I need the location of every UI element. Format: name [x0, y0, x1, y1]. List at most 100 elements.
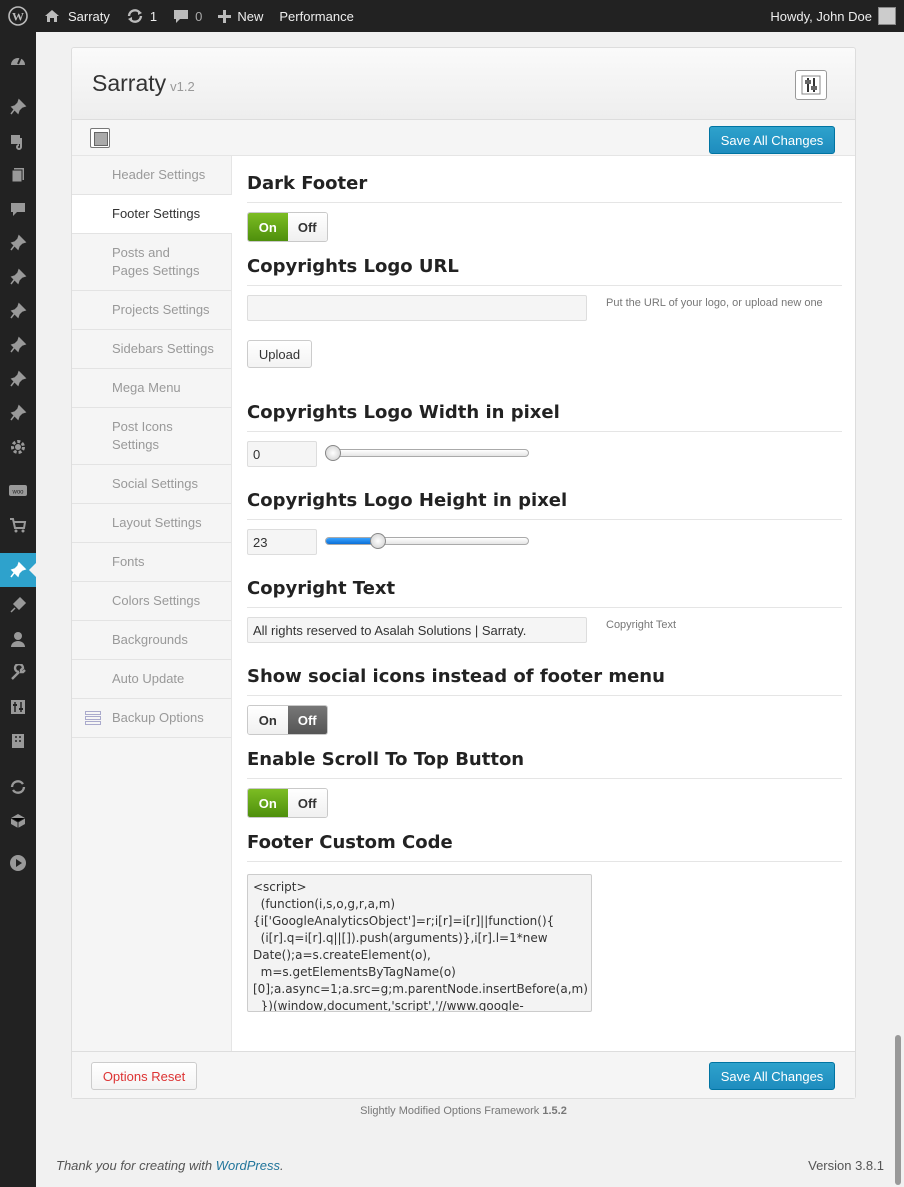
copyright-text-input[interactable]	[247, 617, 587, 643]
thanks-suffix: .	[280, 1158, 284, 1173]
dark-footer-toggle[interactable]: On Off	[247, 212, 328, 242]
options-reset-button[interactable]: Options Reset	[91, 1062, 197, 1090]
logo-height-slider[interactable]	[325, 537, 529, 545]
comment-icon	[174, 9, 189, 23]
tab-backup-options-label: Backup Options	[112, 710, 204, 725]
settings-sliders-icon[interactable]	[0, 690, 36, 724]
custom-pin-icon-1[interactable]	[0, 226, 36, 260]
appearance-brush-icon[interactable]	[0, 553, 36, 587]
upload-button[interactable]: Upload	[247, 340, 312, 368]
dashboard-icon[interactable]	[0, 44, 36, 78]
comments-menu-icon[interactable]	[0, 192, 36, 226]
gear-icon[interactable]	[0, 430, 36, 464]
new-content-link[interactable]: New	[210, 0, 271, 32]
scroll-top-on-option[interactable]: On	[248, 789, 288, 817]
tab-layout-settings[interactable]: Layout Settings	[72, 504, 231, 543]
posts-pin-icon[interactable]	[0, 90, 36, 124]
theme-name: Sarraty	[92, 70, 167, 96]
tab-projects-settings[interactable]: Projects Settings	[72, 291, 231, 330]
greeting: Howdy, John Doe	[770, 8, 872, 24]
comments-link[interactable]: 0	[165, 0, 210, 32]
framework-text: Slightly Modified Options Framework	[360, 1105, 540, 1117]
custom-pin-icon-5[interactable]	[0, 362, 36, 396]
panel-header: Sarraty v1.2	[72, 48, 855, 120]
panel-toolbar: Save All Changes	[72, 120, 855, 156]
social-icons-toggle[interactable]: On Off	[247, 705, 328, 735]
page-scrollbar[interactable]	[895, 1035, 901, 1185]
logo-width-title: Copyrights Logo Width in pixel	[247, 402, 842, 432]
logo-height-input[interactable]	[247, 529, 317, 555]
custom-code-textarea[interactable]: <script> (function(i,s,o,g,r,a,m){i['Goo…	[247, 874, 592, 1012]
tab-colors-settings[interactable]: Colors Settings	[72, 582, 231, 621]
site-name-link[interactable]: Sarraty	[36, 0, 118, 32]
panel-title: Sarraty v1.2	[92, 70, 195, 97]
logo-width-slider-handle[interactable]	[325, 445, 341, 461]
dark-footer-off-option[interactable]: Off	[287, 213, 327, 241]
footer-thanks: Thank you for creating with WordPress.	[56, 1158, 284, 1173]
tab-mega-menu[interactable]: Mega Menu	[72, 369, 231, 408]
account-menu[interactable]: Howdy, John Doe	[770, 7, 904, 25]
scroll-top-off-option[interactable]: Off	[287, 789, 327, 817]
copyright-text-explain: Copyright Text	[606, 619, 677, 631]
social-icons-on-option[interactable]: On	[248, 706, 288, 734]
settings-tabs: Header Settings Footer Settings Posts an…	[72, 156, 232, 1053]
logo-width-slider[interactable]	[325, 449, 529, 457]
save-all-changes-button-bottom[interactable]: Save All Changes	[709, 1062, 835, 1090]
thanks-prefix: Thank you for creating with	[56, 1158, 213, 1173]
tab-backup-options[interactable]: Backup Options	[72, 699, 231, 738]
play-icon[interactable]	[0, 846, 36, 880]
wordpress-link[interactable]: WordPress	[216, 1158, 280, 1173]
save-all-changes-button-top[interactable]: Save All Changes	[709, 126, 835, 154]
wp-version: Version 3.8.1	[808, 1158, 884, 1173]
media-icon[interactable]	[0, 124, 36, 158]
social-icons-off-option[interactable]: Off	[287, 706, 327, 734]
logo-width-input[interactable]	[247, 441, 317, 467]
tab-footer-settings[interactable]: Footer Settings	[72, 195, 232, 234]
woocommerce-icon[interactable]: woo	[0, 474, 36, 508]
performance-link[interactable]: Performance	[271, 0, 361, 32]
avatar	[878, 7, 896, 25]
plus-icon	[218, 9, 232, 23]
tab-sidebars-settings[interactable]: Sidebars Settings	[72, 330, 231, 369]
tab-header-settings[interactable]: Header Settings	[72, 156, 231, 195]
admin-menu: woo	[0, 32, 36, 1187]
logo-url-input[interactable]	[247, 295, 587, 321]
site-name: Sarraty	[68, 8, 110, 24]
svg-text:woo: woo	[11, 490, 24, 496]
performance-label: Performance	[279, 8, 354, 24]
dark-footer-on-option[interactable]: On	[248, 213, 288, 241]
updates-count: 1	[149, 8, 158, 24]
updates-link[interactable]: 1	[118, 0, 165, 32]
custom-pin-icon-3[interactable]	[0, 294, 36, 328]
logo-height-slider-handle[interactable]	[370, 533, 386, 549]
logo-height-title: Copyrights Logo Height in pixel	[247, 490, 842, 520]
home-icon	[45, 10, 59, 22]
custom-pin-icon-4[interactable]	[0, 328, 36, 362]
custom-pin-icon-2[interactable]	[0, 260, 36, 294]
tab-post-icons-settings[interactable]: Post Icons Settings	[72, 408, 231, 465]
framework-version: 1.5.2	[542, 1105, 567, 1117]
tab-social-settings[interactable]: Social Settings	[72, 465, 231, 504]
tab-backgrounds[interactable]: Backgrounds	[72, 621, 231, 660]
copyright-text-title: Copyright Text	[247, 578, 842, 608]
custom-pin-icon-6[interactable]	[0, 396, 36, 430]
panel-content: Header Settings Footer Settings Posts an…	[72, 156, 855, 1053]
sliders-settings-icon[interactable]	[795, 70, 827, 100]
plugins-icon[interactable]	[0, 588, 36, 622]
building-icon[interactable]	[0, 724, 36, 758]
users-icon[interactable]	[0, 622, 36, 656]
pages-icon[interactable]	[0, 158, 36, 192]
wordpress-logo-icon[interactable]: W	[0, 0, 36, 32]
tab-fonts[interactable]: Fonts	[72, 543, 231, 582]
new-label: New	[237, 8, 264, 24]
scroll-top-toggle[interactable]: On Off	[247, 788, 328, 818]
tab-posts-and-pages-settings[interactable]: Posts and Pages Settings	[72, 234, 231, 291]
tab-auto-update[interactable]: Auto Update	[72, 660, 231, 699]
cart-icon[interactable]	[0, 508, 36, 542]
tools-wrench-icon[interactable]	[0, 656, 36, 690]
sync-icon[interactable]	[0, 770, 36, 804]
theme-version: v1.2	[170, 79, 195, 94]
cube-icon[interactable]	[0, 804, 36, 838]
options-panel: Sarraty v1.2 Save All Changes Header Sett…	[71, 47, 856, 1099]
collapse-toggle-icon[interactable]	[90, 128, 110, 148]
